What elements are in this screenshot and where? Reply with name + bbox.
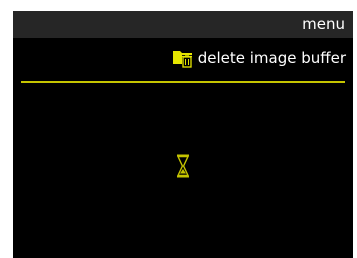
page-title: delete image buffer [197, 49, 346, 67]
divider [21, 81, 345, 83]
menu-title: menu [302, 15, 345, 33]
hourglass-icon [175, 154, 191, 178]
folder-delete-icon [172, 46, 196, 70]
menu-header: menu [13, 11, 353, 38]
device-screen: menu delete image buffer [13, 11, 353, 258]
page-heading: delete image buffer [172, 46, 346, 70]
